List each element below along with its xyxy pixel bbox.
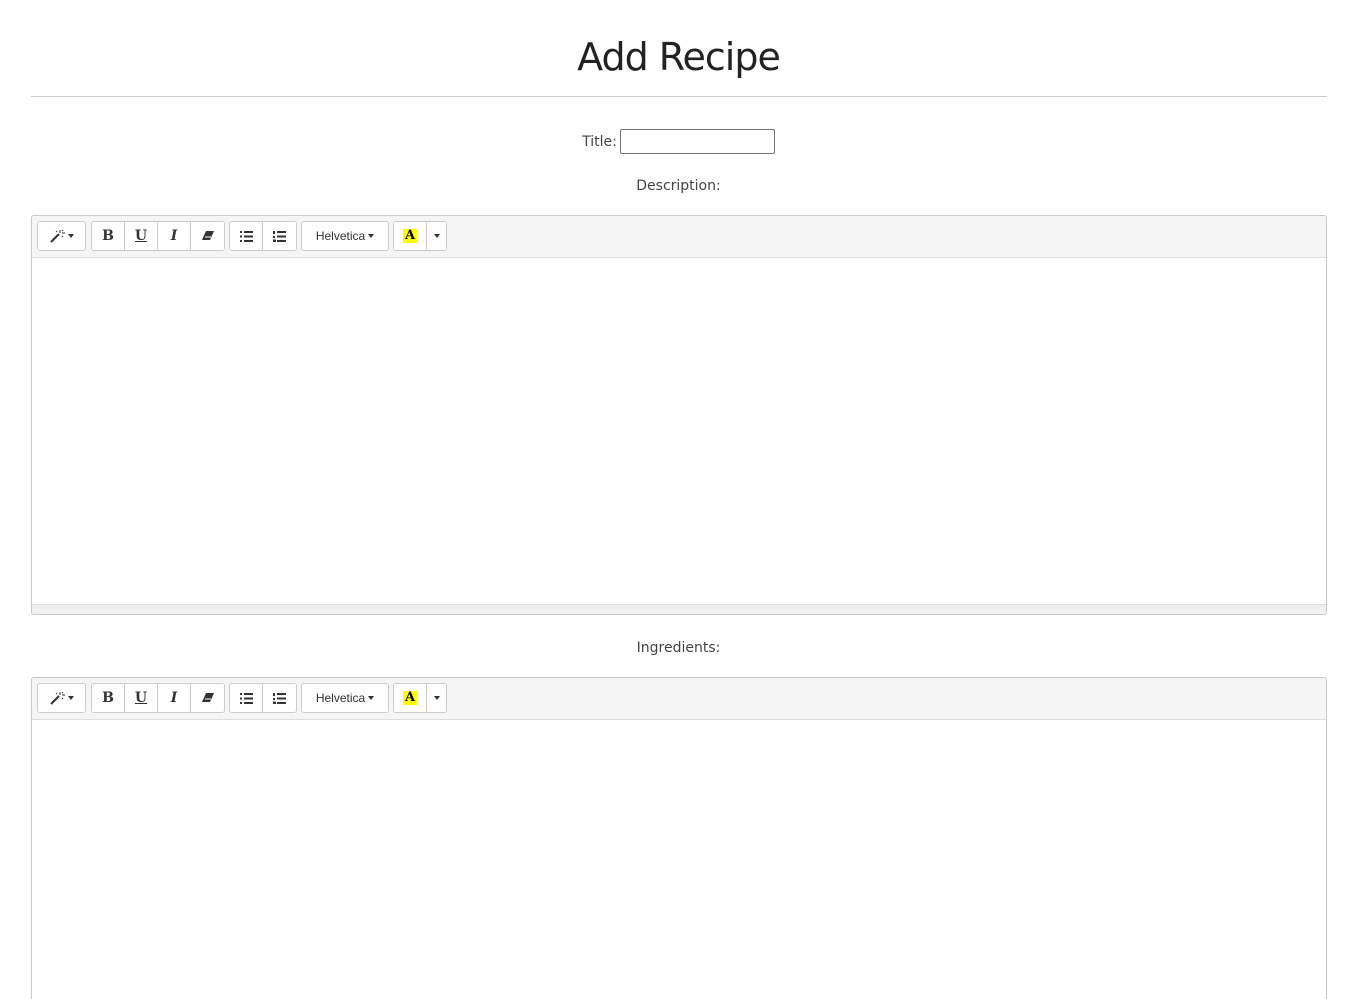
title-input[interactable] bbox=[619, 129, 775, 154]
italic-button[interactable]: I bbox=[158, 222, 191, 250]
list-group bbox=[229, 221, 297, 251]
page-title: Add Recipe bbox=[577, 35, 781, 79]
list-group bbox=[229, 683, 297, 713]
color-dropdown-button[interactable] bbox=[427, 222, 446, 250]
bold-button[interactable]: B bbox=[92, 684, 125, 712]
format-group: B U I bbox=[91, 221, 225, 251]
ingredients-editor: B U I Helvetica A bbox=[31, 677, 1327, 999]
description-toolbar: B U I Helvetica A bbox=[32, 216, 1326, 258]
style-group bbox=[37, 683, 86, 713]
style-dropdown-button[interactable] bbox=[38, 684, 85, 712]
ingredients-editable-area[interactable] bbox=[32, 720, 1326, 999]
format-group: B U I bbox=[91, 683, 225, 713]
chevron-down-icon bbox=[433, 234, 440, 238]
description-editor: B U I Helvetica A bbox=[31, 215, 1327, 615]
color-dropdown-button[interactable] bbox=[427, 684, 446, 712]
style-group bbox=[37, 221, 86, 251]
font-name-dropdown[interactable]: Helvetica bbox=[302, 684, 388, 712]
text-color-icon: A bbox=[402, 690, 418, 705]
font-name-label: Helvetica bbox=[315, 229, 366, 243]
chevron-down-icon bbox=[433, 696, 440, 700]
ordered-list-icon bbox=[273, 692, 286, 704]
clear-format-button[interactable] bbox=[191, 222, 224, 250]
magic-wand-icon bbox=[49, 691, 65, 705]
recent-color-button[interactable]: A bbox=[394, 684, 427, 712]
ordered-list-button[interactable] bbox=[263, 684, 296, 712]
underline-button[interactable]: U bbox=[125, 222, 158, 250]
chevron-down-icon bbox=[368, 234, 375, 238]
chevron-down-icon bbox=[368, 696, 375, 700]
ordered-list-icon bbox=[273, 230, 286, 242]
page: Add Recipe Title: Description: B U I Hel… bbox=[0, 0, 1357, 999]
font-name-dropdown[interactable]: Helvetica bbox=[302, 222, 388, 250]
title-divider bbox=[31, 96, 1327, 97]
font-group: Helvetica bbox=[301, 683, 389, 713]
chevron-down-icon bbox=[67, 696, 74, 700]
font-group: Helvetica bbox=[301, 221, 389, 251]
unordered-list-icon bbox=[239, 692, 253, 704]
style-dropdown-button[interactable] bbox=[38, 222, 85, 250]
magic-wand-icon bbox=[49, 229, 65, 243]
description-resize-bar[interactable] bbox=[32, 604, 1326, 614]
eraser-icon bbox=[201, 693, 214, 703]
color-group: A bbox=[393, 683, 447, 713]
bold-button[interactable]: B bbox=[92, 222, 125, 250]
description-label: Description: bbox=[636, 178, 721, 194]
title-field-row: Title: bbox=[0, 129, 1357, 154]
ingredients-toolbar: B U I Helvetica A bbox=[32, 678, 1326, 720]
title-label: Title: bbox=[582, 133, 617, 150]
eraser-icon bbox=[201, 231, 214, 241]
ingredients-label: Ingredients: bbox=[636, 640, 721, 656]
unordered-list-icon bbox=[239, 230, 253, 242]
unordered-list-button[interactable] bbox=[230, 684, 263, 712]
ordered-list-button[interactable] bbox=[263, 222, 296, 250]
unordered-list-button[interactable] bbox=[230, 222, 263, 250]
recent-color-button[interactable]: A bbox=[394, 222, 427, 250]
font-name-label: Helvetica bbox=[315, 691, 366, 705]
chevron-down-icon bbox=[67, 234, 74, 238]
text-color-icon: A bbox=[402, 228, 418, 243]
color-group: A bbox=[393, 221, 447, 251]
clear-format-button[interactable] bbox=[191, 684, 224, 712]
description-editable-area[interactable] bbox=[32, 258, 1326, 604]
italic-button[interactable]: I bbox=[158, 684, 191, 712]
underline-button[interactable]: U bbox=[125, 684, 158, 712]
